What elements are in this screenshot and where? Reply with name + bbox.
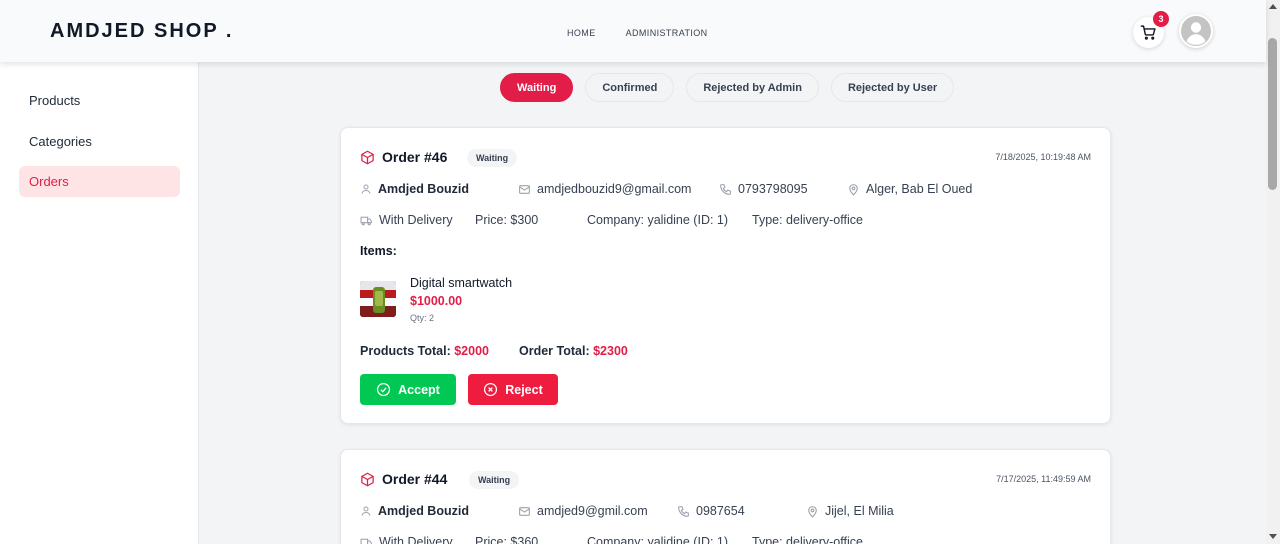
location-pin-icon: [849, 183, 858, 196]
delivery-company: Company: yalidine (ID: 1): [587, 213, 729, 227]
order-date: 7/17/2025, 11:49:59 AM: [996, 474, 1091, 484]
accept-button-label: Accept: [398, 382, 440, 397]
truck-icon: [360, 538, 372, 544]
customer-location: Jijel, El Milia: [806, 504, 894, 518]
nav-home-link[interactable]: HOME: [567, 28, 596, 38]
product-name: Digital smartwatch: [410, 276, 513, 290]
status-badge: Waiting: [469, 471, 520, 489]
product-price: $1000.00: [410, 294, 463, 308]
cart-icon: [1140, 25, 1156, 40]
reject-button[interactable]: Reject: [468, 374, 558, 405]
mail-icon: [519, 506, 530, 516]
phone-icon: [678, 505, 689, 517]
product-thumbnail[interactable]: [360, 281, 396, 317]
order-total: Order Total: $2300: [519, 344, 628, 358]
sidebar-item-products[interactable]: Products: [19, 85, 180, 116]
delivery-type: Type: delivery-office: [752, 535, 863, 544]
scroll-down-arrow-icon[interactable]: [1269, 534, 1277, 539]
scroll-up-arrow-icon[interactable]: [1269, 4, 1277, 9]
customer-location: Alger, Bab El Oued: [847, 182, 972, 196]
customer-name-text: Amdjed Bouzid: [378, 504, 469, 518]
user-avatar-icon: [1181, 16, 1211, 46]
mail-icon: [519, 184, 530, 194]
delivery-price: Price: $360: [475, 535, 539, 544]
delivery-company: Company: yalidine (ID: 1): [587, 535, 729, 544]
customer-phone: 0793798095: [719, 182, 808, 196]
top-header: AMDJED SHOP . HOME ADMINISTRATION 3: [0, 0, 1266, 62]
reject-button-label: Reject: [505, 382, 543, 397]
sidebar-item-orders[interactable]: Orders: [19, 166, 180, 197]
order-card: Order #44 Waiting 7/17/2025, 11:49:59 AM…: [340, 449, 1111, 544]
cart-count-badge: 3: [1153, 11, 1169, 27]
delivery-price: Price: $300: [475, 213, 539, 227]
customer-location-text: Jijel, El Milia: [825, 504, 894, 518]
location-pin-icon: [808, 505, 817, 518]
user-avatar[interactable]: [1179, 14, 1213, 48]
package-icon: [361, 472, 374, 487]
products-total: Products Total: $2000: [360, 344, 489, 358]
customer-email: amdjed9@gmil.com: [518, 504, 648, 518]
order-total-value: $2300: [593, 344, 628, 358]
customer-email: amdjedbouzid9@gmail.com: [518, 182, 691, 196]
order-title: Order #44: [382, 471, 448, 487]
user-icon: [361, 506, 371, 516]
order-title: Order #46: [382, 149, 448, 165]
user-icon: [361, 184, 371, 194]
order-status-tabs: Waiting Confirmed Rejected by Admin Reje…: [500, 73, 955, 102]
tab-rejected-by-user[interactable]: Rejected by User: [830, 73, 955, 102]
accept-button[interactable]: Accept: [360, 374, 456, 405]
x-circle-icon: [484, 382, 498, 397]
customer-name: Amdjed Bouzid: [360, 504, 469, 518]
delivery-mode-text: With Delivery: [379, 213, 453, 227]
main-nav: HOME ADMINISTRATION: [567, 28, 708, 38]
customer-location-text: Alger, Bab El Oued: [866, 182, 973, 196]
nav-administration-link[interactable]: ADMINISTRATION: [626, 28, 708, 38]
product-quantity: Qty: 2: [410, 313, 435, 323]
delivery-mode-text: With Delivery: [379, 535, 453, 544]
admin-sidebar: Products Categories Orders: [0, 62, 199, 544]
product-image: [360, 281, 396, 317]
delivery-mode: With Delivery: [360, 213, 453, 227]
tab-confirmed[interactable]: Confirmed: [585, 73, 675, 102]
customer-phone-text: 0793798095: [738, 182, 808, 196]
check-circle-icon: [377, 382, 391, 397]
products-total-label: Products Total:: [360, 344, 451, 358]
sidebar-item-categories[interactable]: Categories: [19, 126, 180, 157]
scrollbar-thumb[interactable]: [1268, 38, 1277, 190]
order-date: 7/18/2025, 10:19:48 AM: [995, 152, 1091, 162]
cart-button[interactable]: 3: [1133, 11, 1169, 48]
customer-phone-text: 0987654: [696, 504, 745, 518]
order-card: Order #46 Waiting 7/18/2025, 10:19:48 AM…: [340, 127, 1111, 424]
tab-waiting[interactable]: Waiting: [500, 73, 574, 102]
products-total-value: $2000: [454, 344, 489, 358]
truck-icon: [360, 216, 372, 225]
customer-phone: 0987654: [677, 504, 745, 518]
order-total-label: Order Total:: [519, 344, 590, 358]
shop-logo[interactable]: AMDJED SHOP .: [50, 20, 233, 43]
customer-email-text: amdjed9@gmil.com: [537, 504, 648, 518]
delivery-type: Type: delivery-office: [752, 213, 863, 227]
customer-email-text: amdjedbouzid9@gmail.com: [537, 182, 692, 196]
status-badge: Waiting: [467, 149, 518, 167]
package-icon: [361, 150, 374, 165]
delivery-mode: With Delivery: [360, 535, 453, 544]
tab-rejected-by-admin[interactable]: Rejected by Admin: [686, 73, 819, 102]
phone-icon: [720, 183, 731, 195]
items-heading: Items:: [360, 244, 397, 258]
customer-name-text: Amdjed Bouzid: [378, 182, 469, 196]
customer-name: Amdjed Bouzid: [360, 182, 469, 196]
page-scrollbar[interactable]: [1266, 0, 1280, 544]
